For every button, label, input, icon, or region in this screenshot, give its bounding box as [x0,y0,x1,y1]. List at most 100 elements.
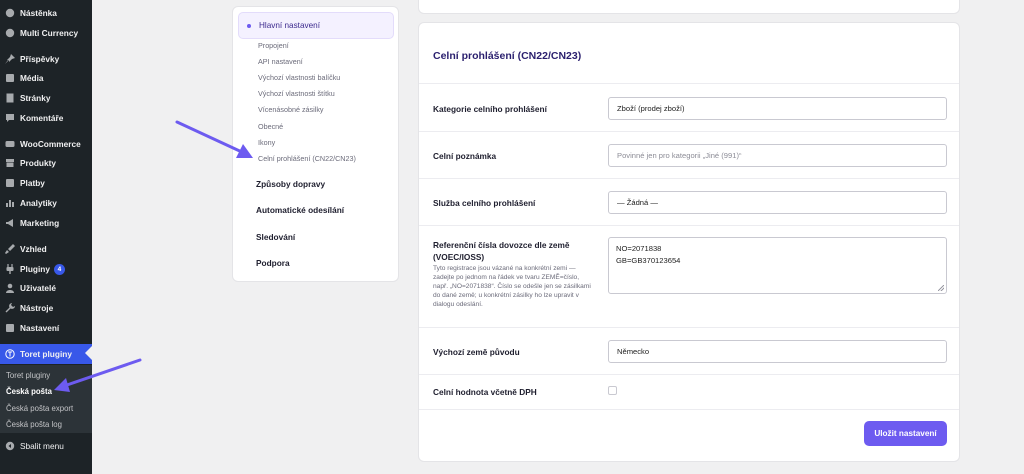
nav-sub-item[interactable]: Ikony [258,138,275,147]
divider [419,225,959,226]
sidebar-item-settings[interactable]: Nastavení [0,318,92,338]
nav-sub-item[interactable]: Propojení [258,41,289,50]
submenu-item-ceska-posta[interactable]: Česká pošta [6,387,52,396]
megaphone-icon [0,218,20,228]
collapse-icon [0,441,20,451]
sidebar-item-tools[interactable]: Nástroje [0,298,92,318]
sidebar-item-appearance[interactable]: Vzhled [0,239,92,259]
customs-note-input[interactable]: Povinné jen pro kategorii „Jiné (991)“ [608,144,947,167]
comment-icon [0,113,20,123]
nav-section-support[interactable]: Podpora [256,258,290,268]
previous-section-card [418,0,960,14]
settings-icon [0,323,20,333]
sidebar-item-users[interactable]: Uživatelé [0,278,92,298]
dollar-icon [0,178,20,188]
dashboard-icon [0,8,20,18]
nav-section-auto-send[interactable]: Automatické odesílání [256,205,344,215]
toret-icon [0,349,20,359]
import-refs-textarea[interactable]: NO=2071838 GB=GB370123654 [608,237,947,294]
divider [419,409,959,410]
sidebar-item-label: Komentáře [20,113,64,123]
origin-country-select[interactable]: Německo [608,340,947,363]
nav-section-tracking[interactable]: Sledování [256,232,295,242]
import-ref-line: GB=GB370123654 [616,256,681,265]
sidebar-item-marketing[interactable]: Marketing [0,213,92,233]
sidebar-item-label: Nástroje [20,303,54,313]
nav-sub-item[interactable]: Výchozí vlastnosti štítku [258,89,335,98]
archive-icon [0,158,20,168]
sidebar-item-woocommerce[interactable]: WooCommerce [0,134,92,154]
chart-icon [0,198,20,208]
pin-icon [0,54,20,64]
sidebar-item-label: Platby [20,178,45,188]
resize-grip-icon[interactable] [938,285,944,291]
submenu-item-toret-plugins[interactable]: Toret pluginy [6,371,50,380]
page-title: Celní prohlášení (CN22/CN23) [433,50,582,62]
sidebar-item-label: Produkty [20,158,56,168]
sidebar-item-analytics[interactable]: Analytiky [0,193,92,213]
divider [419,83,959,84]
sidebar-item-dashboard[interactable]: Nástěnka [0,3,92,23]
collapse-menu-button[interactable]: Sbalit menu [0,436,92,456]
customs-category-select[interactable]: Zboží (prodej zboží) [608,97,947,120]
divider [419,327,959,328]
customs-service-label: Služba celního prohlášení [433,198,536,208]
sidebar-item-label: Nastavení [20,323,60,333]
origin-country-label: Výchozí země původu [433,347,520,357]
sidebar-item-media[interactable]: Média [0,68,92,88]
sidebar-item-label: Vzhled [20,244,47,254]
nav-item-main-settings[interactable]: Hlavní nastavení [238,12,394,39]
sidebar-item-comments[interactable]: Komentáře [0,108,92,128]
nav-section-shipping[interactable]: Způsoby dopravy [256,179,325,189]
customs-settings-panel: Celní prohlášení (CN22/CN23) Kategorie c… [418,22,960,462]
save-settings-button[interactable]: Uložit nastavení [864,421,947,446]
sidebar-item-label: Toret pluginy [20,349,72,359]
update-count-badge: 4 [53,263,65,275]
nav-sub-item[interactable]: Vícenásobné zásilky [258,105,324,114]
toret-submenu: Toret pluginy Česká pošta Česká pošta ex… [0,365,92,433]
divider [419,178,959,179]
customs-service-select[interactable]: — Žádná — [608,191,947,214]
active-dot-icon [247,23,251,28]
vat-included-label: Celní hodnota včetně DPH [433,387,537,397]
sidebar-item-label: Stránky [20,93,51,103]
nav-item-label: Hlavní nastavení [259,21,320,30]
sidebar-item-label: Analytiky [20,198,57,208]
active-menu-pointer [85,346,92,360]
sidebar-item-plugins[interactable]: Pluginy 4 [0,259,92,279]
sidebar-item-products[interactable]: Produkty [0,153,92,173]
sidebar-item-posts[interactable]: Příspěvky [0,49,92,69]
sidebar-item-payments[interactable]: Platby [0,173,92,193]
nav-sub-item[interactable]: Výchozí vlastnosti balíčku [258,73,340,82]
admin-sidebar: Nástěnka Multi Currency Příspěvky Média … [0,0,92,474]
user-icon [0,283,20,293]
brush-icon [0,244,20,254]
customs-category-label: Kategorie celního prohlášení [433,104,547,114]
sidebar-item-label: Uživatelé [20,283,56,293]
sidebar-item-multi-currency[interactable]: Multi Currency [0,23,92,43]
import-refs-label: Referenční čísla dovozce dle země (VOEC/… [433,240,570,262]
sidebar-item-label: WooCommerce [20,139,81,149]
divider [419,131,959,132]
wrench-icon [0,303,20,313]
currency-icon [0,28,20,38]
settings-nav: Hlavní nastavení Propojení API nastavení… [232,6,399,282]
import-ref-line: NO=2071838 [616,244,662,253]
sidebar-item-label: Příspěvky [20,54,60,64]
sidebar-item-label: Marketing [20,218,60,228]
woocommerce-icon [0,139,20,149]
sidebar-item-pages[interactable]: Stránky [0,88,92,108]
nav-sub-item[interactable]: API nastavení [258,57,303,66]
vat-included-checkbox[interactable] [608,386,617,395]
nav-sub-item-customs[interactable]: Celní prohlášení (CN22/CN23) [258,154,356,163]
submenu-item-ceska-posta-export[interactable]: Česká pošta export [6,404,73,413]
sidebar-item-toret-plugins[interactable]: Toret pluginy [0,344,92,364]
customs-note-label: Celní poznámka [433,151,497,161]
page-icon [0,93,20,103]
media-icon [0,73,20,83]
plugin-icon [0,264,20,274]
nav-sub-item[interactable]: Obecné [258,122,283,131]
sidebar-item-label: Nástěnka [20,8,57,18]
import-refs-description: Tyto registrace jsou vázané na konkrétní… [433,265,591,308]
submenu-item-ceska-posta-log[interactable]: Česká pošta log [6,420,62,429]
